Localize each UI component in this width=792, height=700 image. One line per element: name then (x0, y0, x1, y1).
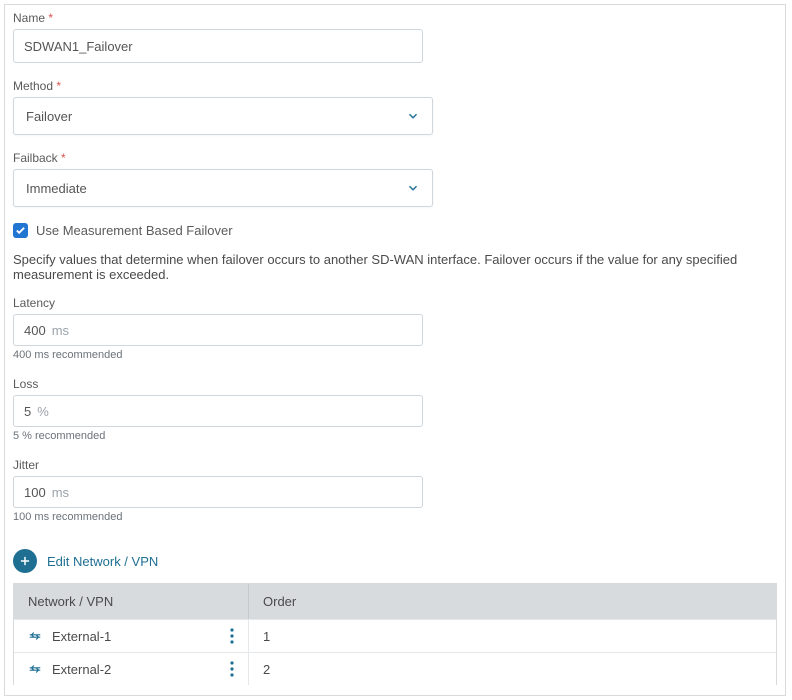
failback-field: Failback * Immediate (13, 151, 777, 207)
table-header: Network / VPN Order (14, 584, 776, 619)
col-order-header: Order (249, 584, 776, 619)
network-table: Network / VPN Order External-1 1 Externa… (13, 583, 777, 685)
measurement-description: Specify values that determine when failo… (13, 252, 777, 282)
cell-order: 1 (249, 620, 776, 652)
failback-select[interactable]: Immediate (13, 169, 433, 207)
measurement-failover-checkbox-label: Use Measurement Based Failover (36, 223, 233, 238)
edit-network-row: Edit Network / VPN (13, 549, 777, 573)
latency-field: Latency 400 ms 400 ms recommended (13, 296, 777, 361)
name-label: Name * (13, 11, 777, 25)
failback-label: Failback * (13, 151, 777, 165)
latency-unit: ms (52, 323, 69, 338)
chevron-down-icon (406, 181, 420, 195)
loss-value: 5 (24, 404, 31, 419)
add-button[interactable] (13, 549, 37, 573)
required-asterisk: * (61, 151, 66, 165)
name-field: Name * (13, 11, 777, 63)
row-name: External-2 (52, 662, 111, 677)
interface-icon (28, 629, 42, 643)
chevron-down-icon (406, 109, 420, 123)
jitter-label: Jitter (13, 458, 777, 472)
loss-label: Loss (13, 377, 777, 391)
required-asterisk: * (56, 79, 61, 93)
cell-network: External-2 (14, 653, 249, 685)
cell-order: 2 (249, 653, 776, 685)
jitter-field: Jitter 100 ms 100 ms recommended (13, 458, 777, 523)
jitter-hint: 100 ms recommended (13, 511, 777, 523)
edit-network-link[interactable]: Edit Network / VPN (47, 554, 158, 569)
measurement-failover-checkbox-row: Use Measurement Based Failover (13, 223, 777, 238)
loss-input[interactable]: 5 % (13, 395, 423, 427)
measurement-failover-checkbox[interactable] (13, 223, 28, 238)
latency-input[interactable]: 400 ms (13, 314, 423, 346)
name-input[interactable] (13, 29, 423, 63)
jitter-unit: ms (52, 485, 69, 500)
loss-field: Loss 5 % 5 % recommended (13, 377, 777, 442)
row-name: External-1 (52, 629, 111, 644)
table-row: External-2 2 (14, 652, 776, 685)
cell-network: External-1 (14, 620, 249, 652)
loss-hint: 5 % recommended (13, 430, 777, 442)
row-menu-icon[interactable] (230, 661, 234, 677)
latency-label: Latency (13, 296, 777, 310)
jitter-value: 100 (24, 485, 46, 500)
sdwan-action-panel: Name * Method * Failover Failback * Imme… (4, 4, 786, 696)
col-network-header: Network / VPN (14, 584, 249, 619)
method-label: Method * (13, 79, 777, 93)
table-row: External-1 1 (14, 619, 776, 652)
loss-unit: % (37, 404, 49, 419)
method-value: Failover (26, 109, 72, 124)
failback-value: Immediate (26, 181, 87, 196)
method-field: Method * Failover (13, 79, 777, 135)
required-asterisk: * (48, 11, 53, 25)
row-menu-icon[interactable] (230, 628, 234, 644)
interface-icon (28, 662, 42, 676)
jitter-input[interactable]: 100 ms (13, 476, 423, 508)
method-select[interactable]: Failover (13, 97, 433, 135)
latency-hint: 400 ms recommended (13, 349, 777, 361)
latency-value: 400 (24, 323, 46, 338)
